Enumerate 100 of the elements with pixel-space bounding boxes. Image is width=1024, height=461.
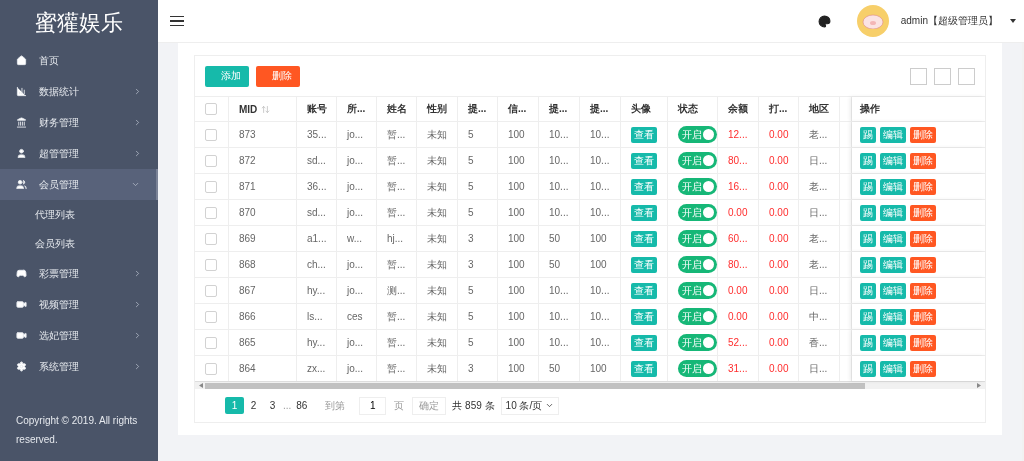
sidebar-item[interactable]: 财务管理 [0, 107, 158, 138]
kick-button[interactable]: 踢 [860, 152, 876, 169]
edit-button[interactable]: 编辑 [880, 178, 906, 195]
checkbox[interactable] [205, 180, 217, 193]
status-toggle[interactable]: 开启 [678, 152, 717, 169]
edit-button[interactable]: 编辑 [880, 152, 906, 169]
page-size-select[interactable]: 10 条/页 [500, 396, 560, 415]
kick-button[interactable]: 踢 [860, 334, 876, 351]
sidebar-item[interactable]: 数据统计 [0, 76, 158, 107]
sidebar-item[interactable]: 超管管理 [0, 138, 158, 169]
kick-button[interactable]: 踢 [860, 230, 876, 247]
submenu-item[interactable]: 会员列表 [0, 229, 158, 258]
checkbox[interactable] [205, 310, 217, 323]
status-toggle[interactable]: 开启 [678, 256, 717, 273]
checkbox[interactable] [205, 232, 217, 245]
page-input[interactable]: 1 [359, 396, 387, 415]
add-button[interactable]: 添加 [205, 65, 249, 87]
edit-button[interactable]: 编辑 [880, 230, 906, 247]
sort-icon[interactable] [261, 104, 271, 114]
user-name[interactable]: admin【超级管理员】 [900, 14, 998, 28]
caret-icon[interactable] [1010, 19, 1016, 23]
submenu-item[interactable]: 代理列表 [0, 200, 158, 229]
checkbox[interactable] [205, 362, 217, 375]
table-cell: 暂... [387, 335, 406, 350]
edit-button[interactable]: 编辑 [880, 204, 906, 221]
view-button[interactable]: 查看 [631, 308, 657, 325]
right-arrow-icon[interactable] [977, 383, 981, 388]
table-cell: 80... [728, 155, 748, 166]
kick-button[interactable]: 踢 [860, 256, 876, 273]
delete-button[interactable]: 删除 [910, 152, 936, 169]
checkbox[interactable] [205, 103, 217, 115]
scrollbar[interactable] [195, 381, 985, 389]
table-cell: 3 [468, 363, 474, 374]
sidebar-item[interactable]: 系统管理 [0, 351, 158, 382]
status-toggle[interactable]: 开启 [678, 282, 717, 299]
checkbox[interactable] [205, 128, 217, 141]
page-button[interactable]: 3 [263, 397, 282, 414]
delete-button[interactable]: 删除 [910, 178, 936, 195]
view-button[interactable]: 查看 [631, 334, 657, 351]
edit-button[interactable]: 编辑 [880, 126, 906, 143]
left-arrow-icon[interactable] [199, 383, 203, 388]
edit-button[interactable]: 编辑 [880, 282, 906, 299]
delete-button[interactable]: 删除 [910, 308, 936, 325]
table-cell: 10... [549, 207, 569, 218]
edit-button[interactable]: 编辑 [880, 334, 906, 351]
delete-button[interactable]: 删除 [910, 230, 936, 247]
checkbox[interactable] [205, 206, 217, 219]
status-toggle[interactable]: 开启 [678, 334, 717, 351]
status-toggle[interactable]: 开启 [678, 230, 717, 247]
kick-button[interactable]: 踢 [860, 282, 876, 299]
page-button[interactable]: 1 [225, 397, 244, 414]
table-cell: 10... [590, 337, 610, 348]
sidebar-item[interactable]: 视频管理 [0, 289, 158, 320]
kick-button[interactable]: 踢 [860, 308, 876, 325]
delete-button[interactable]: 删除 [256, 65, 300, 87]
delete-button[interactable]: 删除 [910, 282, 936, 299]
confirm-button[interactable]: 确定 [412, 396, 447, 415]
view-button[interactable]: 查看 [631, 360, 657, 377]
kick-button[interactable]: 踢 [860, 204, 876, 221]
edit-button[interactable]: 编辑 [880, 308, 906, 325]
delete-button[interactable]: 删除 [910, 360, 936, 377]
page-unit: 页 [394, 398, 405, 413]
table-cell: 未知 [427, 153, 447, 168]
kick-button[interactable]: 踢 [860, 360, 876, 377]
view-button[interactable]: 查看 [631, 282, 657, 299]
view-button[interactable]: 查看 [631, 126, 657, 143]
view-button[interactable]: 查看 [631, 178, 657, 195]
sidebar-item[interactable]: 选妃管理 [0, 320, 158, 351]
palette-icon[interactable] [817, 14, 831, 28]
edit-button[interactable]: 编辑 [880, 360, 906, 377]
checkbox[interactable] [205, 336, 217, 349]
delete-button[interactable]: 删除 [910, 256, 936, 273]
page-button[interactable]: 86 [292, 397, 312, 414]
sidebar-item[interactable]: 会员管理 [0, 169, 158, 200]
kick-button[interactable]: 踢 [860, 178, 876, 195]
kick-button[interactable]: 踢 [860, 126, 876, 143]
view-button[interactable]: 查看 [631, 204, 657, 221]
view-button[interactable]: 查看 [631, 256, 657, 273]
checkbox[interactable] [205, 154, 217, 167]
checkbox[interactable] [205, 284, 217, 297]
sidebar-item[interactable]: 彩票管理 [0, 258, 158, 289]
view-button[interactable]: 查看 [631, 152, 657, 169]
status-toggle[interactable]: 开启 [678, 126, 717, 143]
status-toggle[interactable]: 开启 [678, 178, 717, 195]
view-button[interactable]: 查看 [631, 230, 657, 247]
table-cell: 5 [468, 311, 474, 322]
status-toggle[interactable]: 开启 [678, 204, 717, 221]
table-cell: 873 [239, 129, 256, 140]
status-toggle[interactable]: 开启 [678, 360, 717, 377]
delete-button[interactable]: 删除 [910, 334, 936, 351]
checkbox[interactable] [205, 258, 217, 271]
status-toggle[interactable]: 开启 [678, 308, 717, 325]
menu-icon[interactable] [170, 15, 184, 27]
page-button[interactable]: 2 [244, 397, 263, 414]
sidebar-item[interactable]: 首页 [0, 45, 158, 76]
column-header: 姓名 [387, 102, 407, 116]
delete-button[interactable]: 删除 [910, 126, 936, 143]
edit-button[interactable]: 编辑 [880, 256, 906, 273]
column-header: 提... [549, 102, 568, 116]
delete-button[interactable]: 删除 [910, 204, 936, 221]
